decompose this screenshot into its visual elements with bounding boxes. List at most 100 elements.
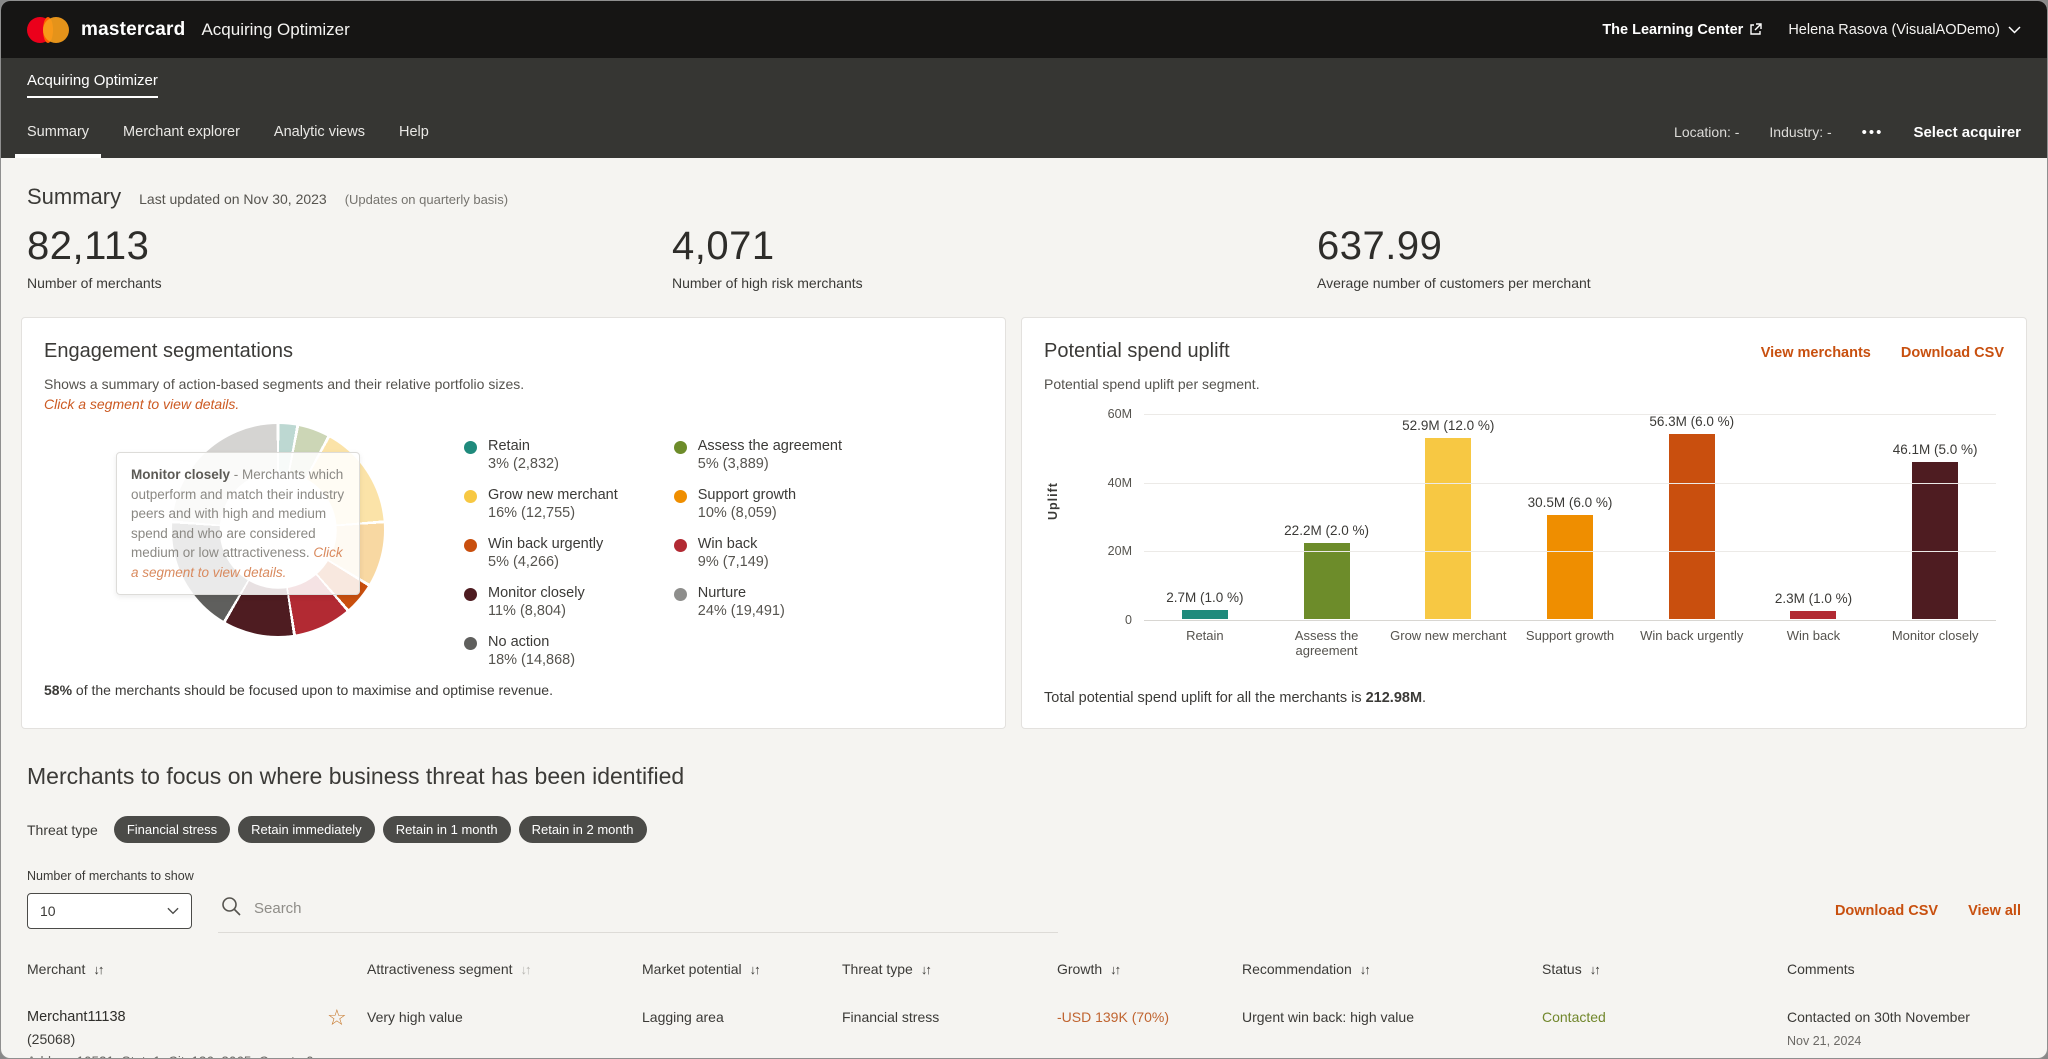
- legend-text: Retain3% (2,832): [488, 438, 559, 472]
- gridline: [1144, 551, 1996, 552]
- legend-text: Assess the agreement5% (3,889): [698, 438, 842, 472]
- legend-item-assess-the-agreement[interactable]: Assess the agreement5% (3,889): [674, 438, 842, 472]
- legend-item-win-back-urgently[interactable]: Win back urgently5% (4,266): [464, 536, 618, 570]
- bar-support-growth[interactable]: [1547, 515, 1593, 619]
- legend-dot: [674, 588, 687, 601]
- bar-win-back-urgently[interactable]: [1669, 434, 1715, 619]
- last-updated-text: Last updated on Nov 30, 2023: [139, 191, 327, 207]
- legend-text: Win back urgently5% (4,266): [488, 536, 603, 570]
- sort-icon[interactable]: ↓↑: [1360, 962, 1369, 977]
- sort-icon[interactable]: ↓↑: [1590, 962, 1599, 977]
- legend-dot: [464, 441, 477, 454]
- learning-center-link[interactable]: The Learning Center: [1602, 22, 1762, 38]
- bar-slot: 30.5M (6.0 %): [1509, 414, 1631, 619]
- star-icon[interactable]: ☆: [327, 1005, 347, 1030]
- gridline: [1144, 620, 1996, 621]
- table-download-csv-link[interactable]: Download CSV: [1835, 903, 1938, 919]
- x-tick-label: Win back: [1753, 628, 1875, 658]
- threat-type-label: Threat type: [27, 822, 98, 838]
- bar-value-label: 52.9M (12.0 %): [1402, 418, 1494, 433]
- bar-grow-new-merchant[interactable]: [1425, 438, 1471, 619]
- legend-value: 10% (8,059): [698, 505, 796, 521]
- nav-item-analytic-views[interactable]: Analytic views: [274, 106, 365, 158]
- bar-value-label: 46.1M (5.0 %): [1893, 442, 1978, 457]
- legend-dot: [464, 588, 477, 601]
- tab-acquiring-optimizer[interactable]: Acquiring Optimizer: [27, 58, 158, 98]
- summary-stats: 82,113Number of merchants4,071 Number of …: [21, 210, 2027, 291]
- location-filter[interactable]: Location: -: [1674, 124, 1739, 140]
- select-acquirer-button[interactable]: Select acquirer: [1913, 124, 2021, 141]
- nav-item-merchant-explorer[interactable]: Merchant explorer: [123, 106, 240, 158]
- merchant-id: (25068): [27, 1029, 327, 1050]
- search-input[interactable]: [254, 900, 1056, 917]
- legend-dot: [464, 539, 477, 552]
- select-chevron-icon: [167, 907, 179, 915]
- sort-icon[interactable]: ↓↑: [93, 962, 102, 977]
- x-tick-label: Grow new merchant: [1387, 628, 1509, 658]
- user-menu[interactable]: Helena Rasova (VisualAODemo): [1788, 22, 2021, 38]
- legend-item-nurture[interactable]: Nurture24% (19,491): [674, 585, 842, 619]
- table-body: Merchant11138(25068)Address10521, State1…: [27, 991, 2021, 1059]
- legend-item-no-action[interactable]: No action18% (14,868): [464, 634, 618, 668]
- legend-item-support-growth[interactable]: Support growth10% (8,059): [674, 487, 842, 521]
- legend-label: Assess the agreement: [698, 438, 842, 454]
- legend-item-win-back[interactable]: Win back 9% (7,149): [674, 536, 842, 570]
- bar-monitor-closely[interactable]: [1912, 462, 1958, 620]
- legend-value: 9% (7,149): [698, 554, 769, 570]
- chip-financial-stress[interactable]: Financial stress: [114, 816, 230, 843]
- legend-label: Win back: [698, 536, 769, 552]
- legend-item-monitor-closely[interactable]: Monitor closely11% (8,804): [464, 585, 618, 619]
- column-header-merchant: Merchant↓↑: [27, 961, 327, 977]
- legend-text: Monitor closely11% (8,804): [488, 585, 585, 619]
- bar-retain[interactable]: [1182, 610, 1228, 619]
- sort-icon[interactable]: ↓↑: [921, 962, 930, 977]
- stat-block: 82,113Number of merchants: [27, 224, 672, 291]
- column-header-attractiveness-segment: Attractiveness segment↓↑: [367, 961, 642, 977]
- view-merchants-link[interactable]: View merchants: [1761, 345, 1871, 361]
- bar-slot: 22.2M (2.0 %): [1266, 414, 1388, 619]
- search-icon: [220, 895, 242, 922]
- stat-label: Number of high risk merchants: [672, 275, 1317, 291]
- stat-value: 637.99: [1317, 224, 2021, 269]
- chip-retain-immediately[interactable]: Retain immediately: [238, 816, 375, 843]
- growth-cell: -USD 139K (70%): [1057, 1007, 1242, 1028]
- legend-value: 5% (4,266): [488, 554, 603, 570]
- sort-icon[interactable]: ↓↑: [1110, 962, 1119, 977]
- chip-retain-in-2-month[interactable]: Retain in 2 month: [519, 816, 647, 843]
- nav-bar: Acquiring Optimizer Summary Merchant expl…: [1, 58, 2047, 158]
- legend-dot: [464, 637, 477, 650]
- table-row[interactable]: Merchant11138(25068)Address10521, State1…: [27, 991, 2021, 1059]
- active-tab-underline: [27, 96, 158, 98]
- view-all-link[interactable]: View all: [1968, 903, 2021, 919]
- more-options-icon[interactable]: •••: [1862, 124, 1884, 141]
- merchants-to-show-label: Number of merchants to show: [21, 843, 2027, 883]
- merchant-cell: Merchant11138(25068)Address10521, State1…: [27, 1007, 327, 1059]
- legend-item-grow-new-merchant[interactable]: Grow new merchant16% (12,755): [464, 487, 618, 521]
- bar-slot: 52.9M (12.0 %): [1387, 414, 1509, 619]
- sort-icon[interactable]: ↓↑: [750, 962, 759, 977]
- industry-filter[interactable]: Industry: -: [1769, 124, 1831, 140]
- uplift-download-csv-link[interactable]: Download CSV: [1901, 345, 2004, 361]
- merchants-count-select[interactable]: 10: [27, 893, 192, 929]
- bar-win-back[interactable]: [1790, 611, 1836, 619]
- segmentation-legend: Retain3% (2,832) Grow new merchant16% (12…: [464, 438, 842, 668]
- chip-retain-in-1-month[interactable]: Retain in 1 month: [383, 816, 511, 843]
- sort-icon[interactable]: ↓↑: [521, 962, 530, 977]
- legend-label: No action: [488, 634, 575, 650]
- legend-text: Nurture24% (19,491): [698, 585, 785, 619]
- uplift-panel-subtitle: Potential spend uplift per segment.: [1044, 376, 2004, 392]
- y-tick-label: 60M: [1108, 407, 1132, 421]
- engagement-panel-cta: Click a segment to view details.: [44, 396, 983, 412]
- y-tick-label: 40M: [1108, 476, 1132, 490]
- y-axis-label: Uplift: [1046, 482, 1060, 520]
- bar-assess-the-agreement[interactable]: [1304, 543, 1350, 619]
- stat-value: 4,071: [672, 224, 1317, 269]
- legend-item-retain[interactable]: Retain3% (2,832): [464, 438, 618, 472]
- nav-item-help[interactable]: Help: [399, 106, 429, 158]
- legend-column: Assess the agreement5% (3,889) Support gr…: [674, 438, 842, 668]
- nav-item-summary[interactable]: Summary: [27, 106, 89, 158]
- y-tick-label: 20M: [1108, 544, 1132, 558]
- bar-value-label: 2.7M (1.0 %): [1166, 590, 1243, 605]
- legend-label: Retain: [488, 438, 559, 454]
- legend-dot: [464, 490, 477, 503]
